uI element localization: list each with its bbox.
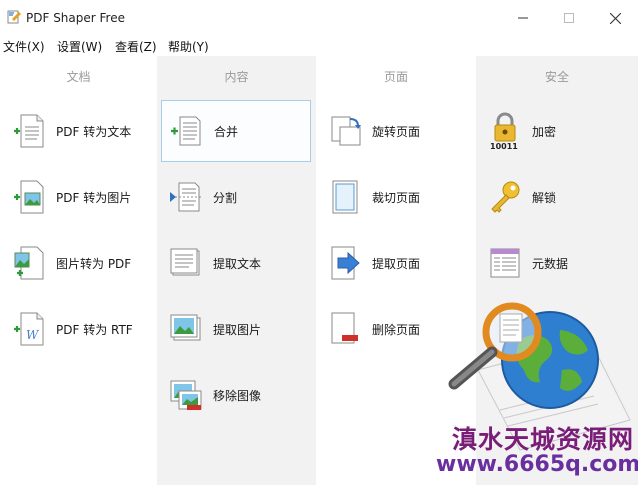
extract-text-button[interactable]: 提取文本 — [161, 232, 311, 294]
metadata-icon — [490, 248, 520, 278]
unlock-key-icon — [491, 181, 520, 213]
pdf-to-image-button[interactable]: PDF 转为图片 — [4, 166, 154, 228]
close-icon — [609, 12, 621, 24]
crop-pages-button[interactable]: 裁切页面 — [320, 166, 470, 228]
rotate-pages-button[interactable]: 旋转页面 — [320, 100, 470, 162]
column-header-pages: 页面 — [383, 70, 408, 84]
pdf-to-image-icon — [14, 180, 44, 214]
encrypt-lock-icon: 10011 — [490, 112, 518, 150]
unlock-label: 解锁 — [532, 190, 557, 205]
rotate-pages-icon — [331, 116, 361, 146]
split-label: 分割 — [213, 190, 238, 205]
title-bar: PDF Shaper Free — [0, 0, 638, 36]
extract-images-label: 提取图片 — [213, 322, 262, 337]
merge-label: 合并 — [214, 124, 239, 139]
merge-button[interactable]: 合并 — [161, 100, 311, 162]
pdf-to-text-label: PDF 转为文本 — [56, 124, 132, 139]
metadata-button[interactable]: 元数据 — [480, 232, 630, 294]
pdf-to-text-button[interactable]: PDF 转为文本 — [4, 100, 154, 162]
rotate-pages-label: 旋转页面 — [372, 124, 421, 139]
close-button[interactable] — [592, 0, 638, 36]
metadata-label: 元数据 — [532, 256, 569, 271]
delete-pages-icon — [331, 312, 358, 344]
svg-text:10011: 10011 — [490, 142, 518, 150]
column-document: 文档 PDF 转为文本 PDF 转为图片 图片转为 PDF W PDF 转为 R… — [0, 56, 157, 485]
pdf-to-text-icon — [14, 114, 44, 148]
extract-text-label: 提取文本 — [213, 256, 262, 271]
extract-images-button[interactable]: 提取图片 — [161, 298, 311, 360]
delete-pages-label: 删除页面 — [372, 322, 421, 337]
pdf-to-image-label: PDF 转为图片 — [56, 190, 132, 205]
encrypt-button[interactable]: 10011 加密 — [480, 100, 630, 162]
extract-pages-label: 提取页面 — [372, 256, 421, 271]
column-header-security: 安全 — [544, 70, 569, 84]
split-button[interactable]: 分割 — [161, 166, 311, 228]
crop-pages-icon — [332, 180, 358, 214]
extract-images-icon — [170, 314, 201, 341]
menu-file[interactable]: 文件(X) — [3, 38, 45, 55]
encrypt-label: 加密 — [532, 124, 557, 139]
maximize-button[interactable] — [546, 0, 592, 36]
split-icon — [170, 182, 201, 212]
extract-pages-button[interactable]: 提取页面 — [320, 232, 470, 294]
watermark-text-line1: 滇水天城资源网 — [452, 425, 635, 454]
merge-icon — [171, 116, 201, 146]
watermark-text-line2: www.6665q.com — [436, 452, 638, 477]
column-content: 内容 合并 分割 提取文本 提取图片 移除图像 — [157, 56, 316, 485]
menu-settings[interactable]: 设置(W) — [57, 38, 102, 55]
app-logo-icon — [7, 10, 21, 24]
menu-bar: 文件(X) 设置(W) 查看(Z) 帮助(Y) — [0, 36, 638, 56]
remove-images-icon — [170, 380, 202, 410]
pdf-to-rtf-button[interactable]: W PDF 转为 RTF — [4, 298, 154, 360]
image-to-pdf-label: 图片转为 PDF — [56, 256, 132, 271]
minimize-icon — [518, 17, 528, 19]
column-header-document: 文档 — [66, 70, 91, 84]
menu-help[interactable]: 帮助(Y) — [168, 38, 209, 55]
crop-pages-label: 裁切页面 — [372, 190, 421, 205]
column-header-content: 内容 — [224, 70, 249, 84]
image-to-pdf-button[interactable]: 图片转为 PDF — [4, 232, 154, 294]
pdf-to-rtf-icon: W — [14, 312, 44, 346]
remove-images-label: 移除图像 — [213, 388, 262, 403]
minimize-button[interactable] — [500, 0, 546, 36]
window-title: PDF Shaper Free — [26, 11, 125, 25]
menu-view[interactable]: 查看(Z) — [115, 38, 157, 55]
remove-images-button[interactable]: 移除图像 — [161, 364, 311, 426]
unlock-button[interactable]: 解锁 — [480, 166, 630, 228]
pdf-to-rtf-label: PDF 转为 RTF — [56, 322, 133, 337]
extract-pages-icon — [331, 246, 360, 280]
extract-text-icon — [170, 248, 200, 276]
maximize-icon — [564, 13, 574, 23]
image-to-pdf-icon — [14, 246, 44, 280]
svg-text:W: W — [26, 328, 40, 342]
